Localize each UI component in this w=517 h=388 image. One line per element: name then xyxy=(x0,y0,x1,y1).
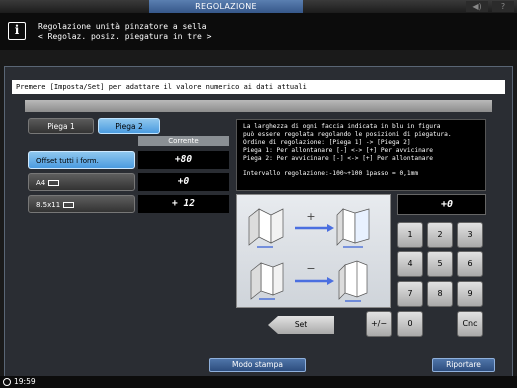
value-offset-all: +80 xyxy=(138,151,229,169)
tab-piega-2[interactable]: Piega 2 xyxy=(98,118,160,134)
adjustment-range: Intervallo regolazione:-100~+100 1passo … xyxy=(243,170,419,177)
divider-bar xyxy=(25,100,492,112)
key-0[interactable]: 0 xyxy=(397,311,423,337)
modo-stampa-button[interactable]: Modo stampa xyxy=(209,358,306,372)
set-button[interactable]: Set xyxy=(268,316,334,334)
paper-landscape-icon xyxy=(48,180,60,186)
key-4[interactable]: 4 xyxy=(397,251,423,277)
clear-key[interactable]: Cnc xyxy=(457,311,483,337)
window-title: REGOLAZIONE xyxy=(149,0,303,13)
input-value-display: +0 xyxy=(397,194,486,215)
tab-piega-1[interactable]: Piega 1 xyxy=(28,118,94,134)
key-2[interactable]: 2 xyxy=(427,222,453,248)
info-line: Piega 2: Per avvicinare [-] <-> [+] Per … xyxy=(243,155,433,162)
value-8-5x11: + 12 xyxy=(138,195,229,213)
clock-time: 19:59 xyxy=(14,377,36,386)
plus-minus-key[interactable]: +/− xyxy=(366,311,392,337)
row-label: Offset tutti i form. xyxy=(36,157,99,165)
status-bar xyxy=(0,376,517,388)
plus-sign: + xyxy=(306,210,315,223)
info-line: può essere regolata regolando le posizio… xyxy=(243,131,452,138)
speaker-icon[interactable]: ◀) xyxy=(466,1,488,12)
row-button-offset-all[interactable]: Offset tutti i form. xyxy=(28,151,135,169)
row-button-8-5x11[interactable]: 8.5x11 xyxy=(28,195,135,213)
riportare-button[interactable]: Riportare xyxy=(432,358,495,372)
paper-landscape-icon xyxy=(63,202,75,208)
row-label: 8.5x11 xyxy=(36,201,61,209)
info-line: La larghezza di ogni faccia indicata in … xyxy=(243,123,441,130)
folded-sheet-before-minus-icon xyxy=(250,262,284,300)
info-icon: i xyxy=(8,22,26,40)
key-1[interactable]: 1 xyxy=(397,222,423,248)
key-5[interactable]: 5 xyxy=(427,251,453,277)
info-line: Ordine di regolazione: [Piega 1] -> [Pie… xyxy=(243,139,411,146)
key-9[interactable]: 9 xyxy=(457,281,483,307)
fold-illustration: + − xyxy=(236,194,391,308)
key-3[interactable]: 3 xyxy=(457,222,483,248)
instructions-panel: La larghezza di ogni faccia indicata in … xyxy=(236,119,486,191)
fold-diagram-icon: + − xyxy=(248,208,370,302)
help-icon[interactable]: ? xyxy=(492,1,514,12)
folded-sheet-before-plus-icon xyxy=(248,208,284,248)
key-7[interactable]: 7 xyxy=(397,281,423,307)
clock-icon xyxy=(3,378,11,386)
column-header-corrente: Corrente xyxy=(138,136,229,146)
info-line: Piega 1: Per allontanare [-] <-> [+] Per… xyxy=(243,147,433,154)
header-subtitle: < Regolaz. posiz. piegatura in tre > xyxy=(38,32,212,41)
minus-sign: − xyxy=(306,262,315,275)
folded-sheet-after-plus-icon xyxy=(336,208,370,248)
folded-sheet-after-minus-icon xyxy=(338,260,368,302)
value-a4: +0 xyxy=(138,173,229,191)
dialog-instruction: Premere [Imposta/Set] per adattare il va… xyxy=(12,80,505,94)
key-6[interactable]: 6 xyxy=(457,251,483,277)
row-button-a4[interactable]: A4 xyxy=(28,173,135,191)
key-8[interactable]: 8 xyxy=(427,281,453,307)
row-label: A4 xyxy=(36,179,46,187)
header-title: Regolazione unità pinzatore a sella xyxy=(38,22,207,31)
